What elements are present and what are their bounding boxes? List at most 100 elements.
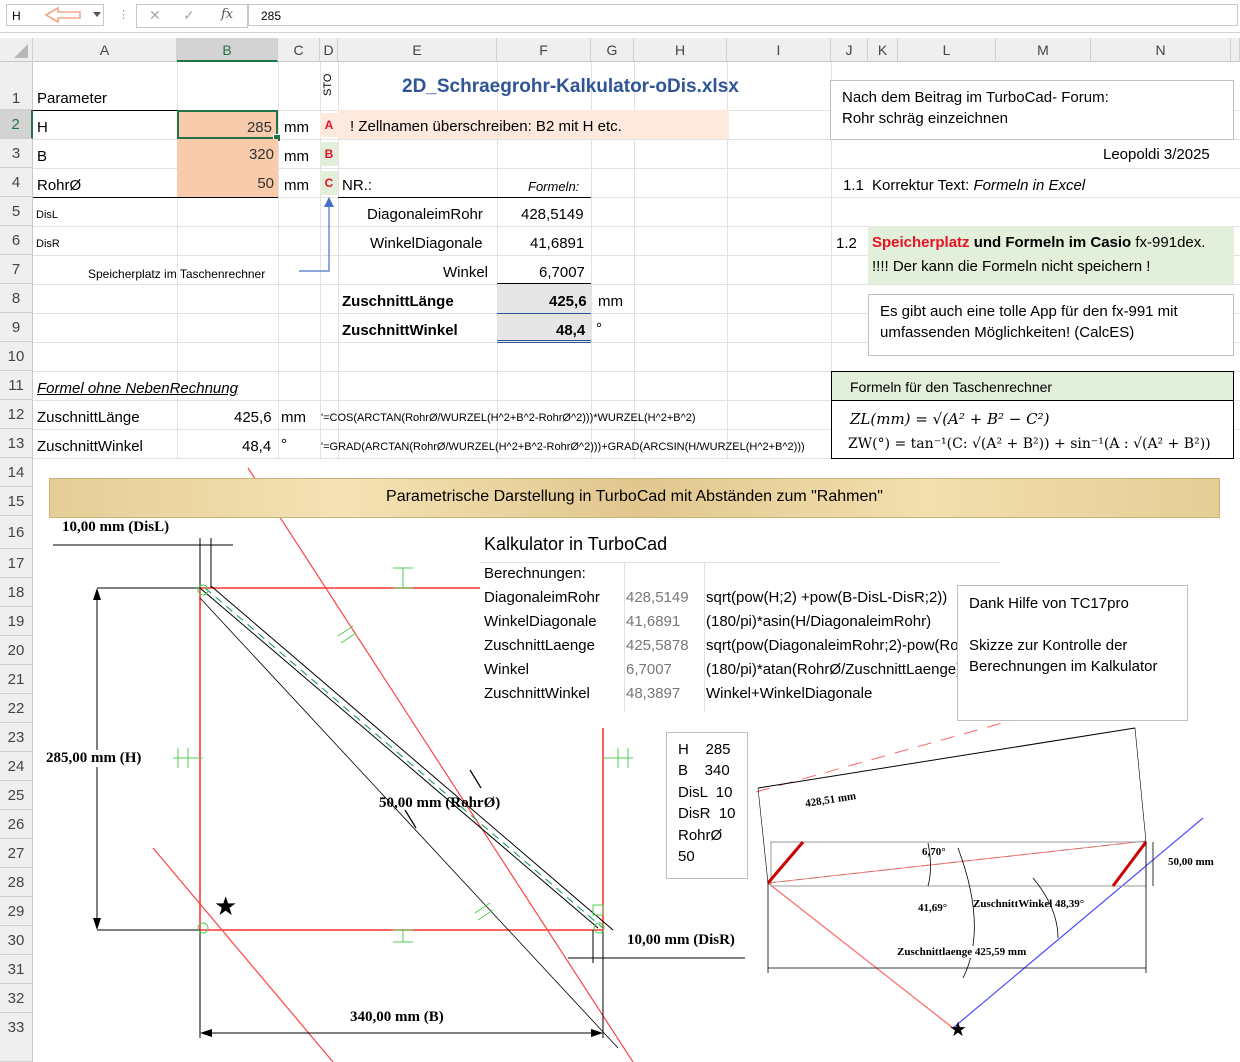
- param-value-h-cell[interactable]: 285: [177, 110, 278, 139]
- col-header-o[interactable]: [1231, 38, 1240, 62]
- nr-label[interactable]: NR.:: [342, 177, 372, 194]
- col-header-f[interactable]: F: [497, 38, 591, 62]
- row-header-30[interactable]: 30: [0, 926, 33, 955]
- col-header-a[interactable]: A: [33, 38, 177, 62]
- row-header-11[interactable]: 11: [0, 371, 33, 400]
- forum-note[interactable]: Nach dem Beitrag im TurboCad- Forum: Roh…: [830, 80, 1234, 140]
- item-11-num[interactable]: 1.1: [843, 177, 864, 194]
- col-header-g[interactable]: G: [591, 38, 634, 62]
- banner[interactable]: Parametrische Darstellung in TurboCad mi…: [49, 478, 1220, 518]
- param-header[interactable]: Parameter: [37, 90, 107, 107]
- row-header-20[interactable]: 20: [0, 636, 33, 665]
- cut-length-unit[interactable]: mm: [598, 293, 623, 310]
- row-header-18[interactable]: 18: [0, 578, 33, 607]
- calc-value-winkeldiag[interactable]: 41,6891: [530, 235, 584, 252]
- disl-label[interactable]: DisL: [36, 209, 58, 221]
- row-header-12[interactable]: 12: [0, 400, 33, 429]
- row-header-16[interactable]: 16: [0, 516, 33, 549]
- row13-value[interactable]: 48,4: [242, 438, 271, 455]
- col-header-e[interactable]: E: [338, 38, 497, 62]
- author-label[interactable]: Leopoldi 3/2025: [1103, 146, 1210, 163]
- col-header-c[interactable]: C: [278, 38, 320, 62]
- cut-angle-label[interactable]: ZuschnittWinkel: [342, 322, 458, 339]
- col-header-i[interactable]: I: [727, 38, 831, 62]
- row13-label[interactable]: ZuschnittWinkel: [37, 438, 143, 455]
- row-header-15[interactable]: 15: [0, 487, 33, 516]
- row-header-27[interactable]: 27: [0, 839, 33, 868]
- row12-label[interactable]: ZuschnittLänge: [37, 409, 140, 426]
- calc-label-winkeldiag[interactable]: WinkelDiagonale: [370, 235, 483, 252]
- row-header-14[interactable]: 14: [0, 458, 33, 487]
- cut-angle-value[interactable]: 48,4: [556, 322, 585, 339]
- col-header-h[interactable]: H: [634, 38, 727, 62]
- row-header-32[interactable]: 32: [0, 984, 33, 1013]
- row-header-4[interactable]: 4: [0, 168, 33, 197]
- row12-formula[interactable]: '=COS(ARCTAN(RohrØ/WURZEL(H^2+B^2-RohrØ^…: [321, 412, 696, 424]
- cancel-icon[interactable]: ✕: [149, 7, 161, 24]
- sto-b[interactable]: B: [320, 142, 338, 166]
- row13-unit[interactable]: °: [281, 436, 287, 453]
- row-header-3[interactable]: 3: [0, 139, 33, 168]
- col-header-k[interactable]: K: [868, 38, 898, 62]
- param-unit-b[interactable]: mm: [284, 148, 309, 165]
- sto-c[interactable]: C: [320, 171, 338, 195]
- overwrite-note-cell[interactable]: ! Zellnamen überschreiben: B2 mit H etc.: [338, 110, 729, 139]
- row-header-24[interactable]: 24: [0, 752, 33, 781]
- row-header-6[interactable]: 6: [0, 226, 33, 255]
- col-header-d[interactable]: D: [320, 38, 338, 62]
- col-header-n[interactable]: N: [1091, 38, 1231, 62]
- row-header-13[interactable]: 13: [0, 429, 33, 458]
- col-header-m[interactable]: M: [996, 38, 1091, 62]
- param-name-pipe[interactable]: RohrØ: [37, 177, 81, 194]
- row-header-28[interactable]: 28: [0, 868, 33, 897]
- row-header-17[interactable]: 17: [0, 549, 33, 578]
- splitter-icon[interactable]: ⋮: [118, 8, 129, 21]
- calc-label-diag[interactable]: DiagonaleimRohr: [367, 206, 483, 223]
- sto-a[interactable]: A: [320, 113, 338, 137]
- app-note[interactable]: Es gibt auch eine tolle App für den fx-9…: [868, 294, 1234, 356]
- row-header-22[interactable]: 22: [0, 694, 33, 723]
- col-header-l[interactable]: L: [898, 38, 996, 62]
- help-note[interactable]: Dank Hilfe von TC17pro Skizze zur Kontro…: [957, 585, 1188, 721]
- item-11-text[interactable]: Korrektur Text: Formeln in Excel: [872, 177, 1085, 194]
- calc-value-winkel[interactable]: 6,7007: [539, 264, 585, 281]
- tc-calculator[interactable]: Kalkulator in TurboCad Berechnungen: Dia…: [480, 530, 1000, 712]
- row-header-29[interactable]: 29: [0, 897, 33, 926]
- cut-length-label[interactable]: ZuschnittLänge: [342, 293, 454, 310]
- row12-unit[interactable]: mm: [281, 409, 306, 426]
- formula-heading[interactable]: Formel ohne NebenRechnung: [37, 380, 238, 397]
- chevron-down-icon[interactable]: [92, 11, 102, 19]
- formulas-label[interactable]: Formeln:: [528, 179, 579, 194]
- row-header-33[interactable]: 33: [0, 1013, 33, 1062]
- item-12-num[interactable]: 1.2: [836, 235, 857, 252]
- row-header-5[interactable]: 5: [0, 197, 33, 226]
- select-all-corner[interactable]: [0, 38, 33, 62]
- col-header-j[interactable]: J: [831, 38, 868, 62]
- row13-formula[interactable]: '=GRAD(ARCTAN(RohrØ/WURZEL(H^2+B^2-RohrØ…: [321, 441, 805, 453]
- param-value-pipe-cell[interactable]: 50: [177, 168, 278, 197]
- row-header-21[interactable]: 21: [0, 665, 33, 694]
- row-header-2[interactable]: 2: [0, 110, 33, 139]
- param-name-b[interactable]: B: [37, 148, 47, 165]
- row-header-26[interactable]: 26: [0, 810, 33, 839]
- cut-length-value[interactable]: 425,6: [549, 293, 587, 310]
- col-header-b[interactable]: B: [177, 38, 278, 62]
- confirm-icon[interactable]: ✓: [183, 7, 195, 24]
- row-header-31[interactable]: 31: [0, 955, 33, 984]
- row-header-9[interactable]: 9: [0, 313, 33, 342]
- param-name-h[interactable]: H: [37, 119, 48, 136]
- cut-angle-unit[interactable]: °: [596, 320, 602, 337]
- calc-formula-box[interactable]: Formeln für den Taschenrechner ZL(mm) = …: [831, 371, 1234, 459]
- item-12-box[interactable]: Speicherplatz und Formeln im Casio fx-99…: [868, 226, 1234, 284]
- row-header-8[interactable]: 8: [0, 284, 33, 313]
- formula-input[interactable]: 285: [248, 4, 1238, 26]
- calc-label-winkel[interactable]: Winkel: [443, 264, 488, 281]
- row-header-25[interactable]: 25: [0, 781, 33, 810]
- row-header-23[interactable]: 23: [0, 723, 33, 752]
- row12-value[interactable]: 425,6: [234, 409, 272, 426]
- input-values-box[interactable]: H 285 B 340 DisL 10 DisR 10 RohrØ 50: [666, 732, 748, 879]
- param-unit-h[interactable]: mm: [284, 119, 309, 136]
- store-note[interactable]: Speicherplatz im Taschenrechner: [88, 267, 265, 281]
- param-unit-pipe[interactable]: mm: [284, 177, 309, 194]
- sto-header[interactable]: STO: [322, 68, 338, 102]
